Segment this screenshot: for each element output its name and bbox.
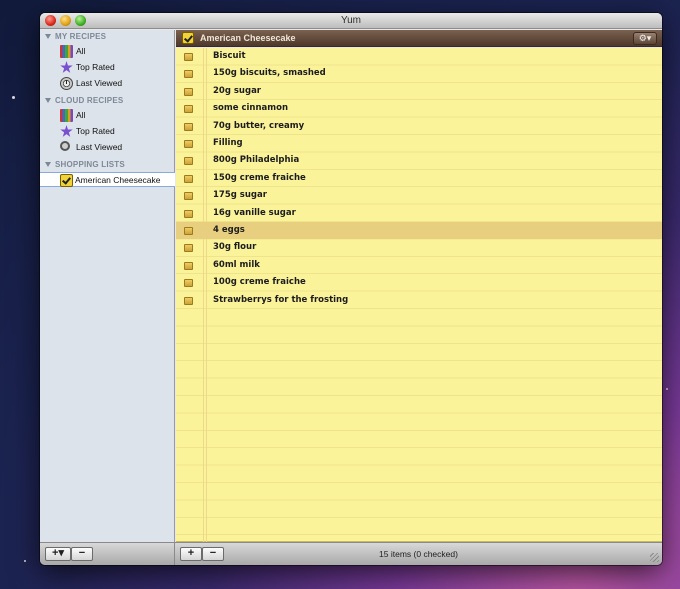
- checklist-icon: [60, 174, 73, 187]
- section-header-cloud-recipes[interactable]: CLOUD RECIPES: [45, 96, 123, 108]
- item-text: 70g butter, creamy: [213, 120, 305, 131]
- list-item[interactable]: some cinnamon: [176, 100, 662, 117]
- item-checkbox[interactable]: [184, 279, 193, 288]
- list-item[interactable]: 30g flour: [176, 239, 662, 256]
- sidebar-item-american-cheesecake[interactable]: American Cheesecake: [40, 172, 175, 187]
- section-header-shopping-lists[interactable]: SHOPPING LISTS: [45, 160, 125, 172]
- list-item[interactable]: Strawberrys for the frosting: [176, 292, 662, 309]
- list-item[interactable]: Biscuit: [176, 48, 662, 65]
- item-checkbox[interactable]: [184, 105, 193, 114]
- gear-menu-button[interactable]: ⚙▾: [633, 32, 657, 45]
- item-checkbox[interactable]: [184, 209, 193, 218]
- list-item[interactable]: 175g sugar: [176, 187, 662, 204]
- sidebar-item-cloud-all[interactable]: All: [58, 108, 174, 123]
- resize-grip-icon[interactable]: [650, 553, 659, 562]
- yum-window: Yum MY RECIPES All Top Rated Last Viewed…: [40, 13, 662, 565]
- item-text: 150g creme fraiche: [213, 172, 306, 183]
- item-count-status: 15 items (0 checked): [379, 549, 458, 559]
- star-icon: [60, 61, 73, 73]
- list-item[interactable]: 150g biscuits, smashed: [176, 65, 662, 82]
- item-text: 4 eggs: [213, 225, 245, 235]
- item-text: 20g sugar: [213, 85, 261, 96]
- item-checkbox[interactable]: [184, 140, 193, 148]
- window-title: Yum: [340, 15, 361, 26]
- sidebar-item-label: Top Rated: [76, 62, 115, 72]
- books-icon: [60, 45, 73, 58]
- list-item[interactable]: Filling: [176, 135, 662, 152]
- list-item[interactable]: 150g creme fraiche: [176, 170, 662, 187]
- item-checkbox[interactable]: [184, 244, 193, 253]
- sidebar: MY RECIPES All Top Rated Last Viewed CLO…: [40, 30, 175, 542]
- sidebar-item-my-all[interactable]: All: [58, 44, 174, 59]
- item-text: 150g biscuits, smashed: [213, 68, 326, 79]
- item-checkbox[interactable]: [184, 296, 193, 305]
- clock-icon: [60, 77, 73, 90]
- sidebar-bottom-bar: +▾ −: [40, 542, 175, 565]
- sidebar-item-cloud-last-viewed[interactable]: Last Viewed: [58, 140, 174, 155]
- item-checkbox[interactable]: [184, 227, 193, 235]
- background-star: [12, 96, 15, 99]
- list-item[interactable]: 800g Philadelphia: [176, 152, 662, 169]
- star-icon: [60, 125, 73, 137]
- section-header-my-recipes[interactable]: MY RECIPES: [45, 32, 106, 44]
- sidebar-item-my-last-viewed[interactable]: Last Viewed: [58, 76, 174, 91]
- disclosure-triangle-icon[interactable]: [45, 34, 51, 39]
- sidebar-item-my-top-rated[interactable]: Top Rated: [58, 60, 174, 75]
- checklist-icon: [182, 32, 194, 44]
- list-item[interactable]: 60ml milk: [176, 257, 662, 274]
- item-checkbox[interactable]: [184, 174, 193, 183]
- sidebar-item-label: All: [76, 110, 86, 120]
- list-item[interactable]: 16g vanille sugar: [176, 205, 662, 222]
- background-star: [24, 560, 26, 562]
- list-item[interactable]: 20g sugar: [176, 83, 662, 100]
- item-text: some cinnamon: [213, 103, 289, 114]
- sidebar-item-label: All: [76, 46, 86, 56]
- sidebar-item-label: Last Viewed: [76, 78, 123, 88]
- shopping-list-pane: American Cheesecake ⚙▾ Biscuit 150g biscu…: [176, 30, 662, 542]
- search-icon: [60, 141, 70, 151]
- item-text: 30g flour: [213, 242, 257, 253]
- sidebar-item-label: Top Rated: [76, 126, 115, 136]
- list-item[interactable]: 4 eggs: [176, 222, 662, 240]
- item-checkbox[interactable]: [184, 70, 193, 79]
- sidebar-item-cloud-top-rated[interactable]: Top Rated: [58, 124, 174, 139]
- title-bar: Yum: [40, 13, 662, 29]
- list-item[interactable]: 70g butter, creamy: [176, 118, 662, 135]
- list-bottom-bar: + − 15 items (0 checked): [175, 542, 662, 565]
- item-checkbox[interactable]: [184, 261, 193, 270]
- item-text: Biscuit: [213, 51, 246, 61]
- item-text: 100g creme fraiche: [213, 277, 306, 288]
- item-checkbox[interactable]: [184, 192, 193, 201]
- item-text: 16g vanille sugar: [213, 207, 296, 218]
- item-text: Strawberrys for the frosting: [213, 294, 349, 305]
- books-icon: [60, 109, 73, 122]
- list-item[interactable]: 100g creme fraiche: [176, 274, 662, 291]
- add-list-button[interactable]: +▾: [45, 547, 71, 561]
- item-checkbox[interactable]: [184, 53, 193, 61]
- item-text: 800g Philadelphia: [213, 155, 300, 166]
- item-text: 60ml milk: [213, 259, 260, 270]
- remove-list-button[interactable]: −: [71, 547, 93, 561]
- sidebar-item-label: Last Viewed: [76, 142, 123, 152]
- disclosure-triangle-icon[interactable]: [45, 162, 51, 167]
- item-text: 175g sugar: [213, 190, 267, 201]
- list-title: American Cheesecake: [200, 33, 296, 43]
- background-star: [666, 388, 668, 390]
- list-header: American Cheesecake ⚙▾: [176, 30, 662, 47]
- disclosure-triangle-icon[interactable]: [45, 98, 51, 103]
- item-text: Filling: [213, 138, 243, 148]
- item-checkbox[interactable]: [184, 157, 193, 166]
- item-checkbox[interactable]: [184, 87, 193, 96]
- sidebar-item-label: American Cheesecake: [75, 175, 161, 185]
- item-checkbox[interactable]: [184, 122, 193, 131]
